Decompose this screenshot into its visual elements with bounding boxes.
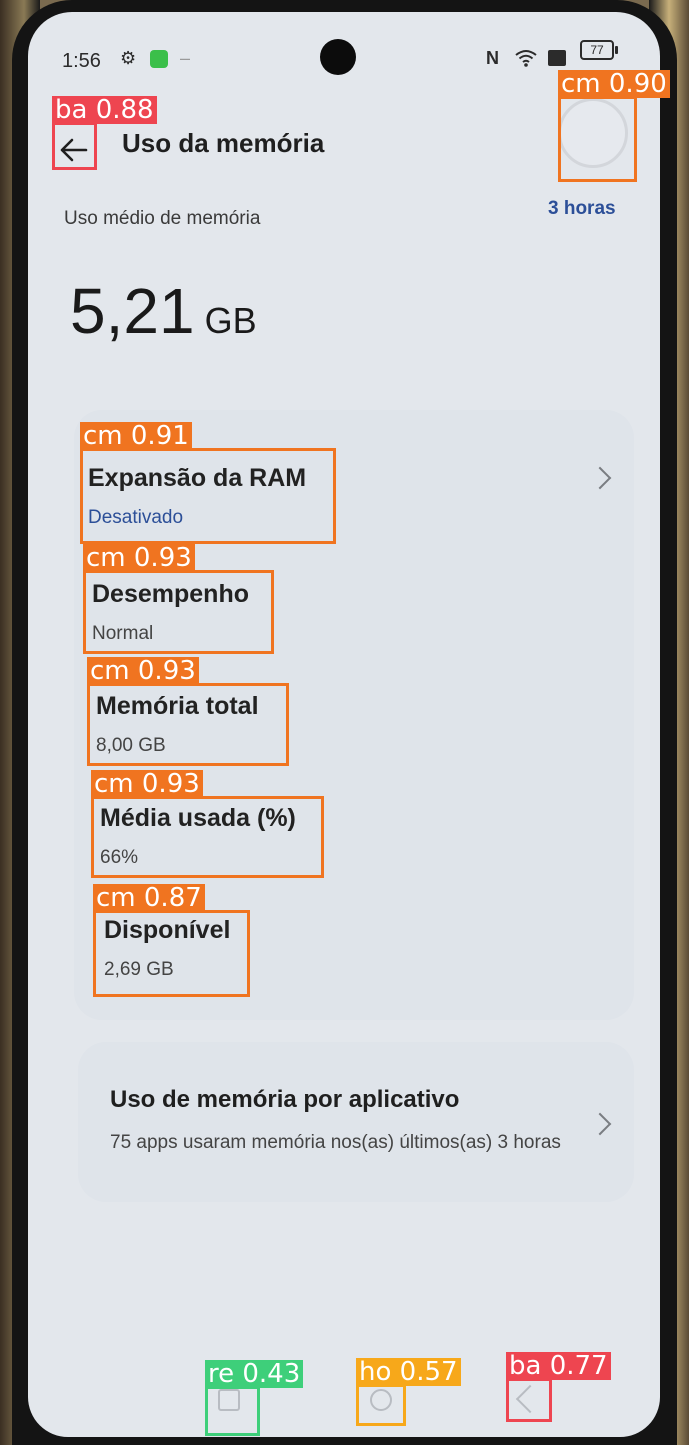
page-title: Uso da memória bbox=[122, 128, 325, 158]
wifi-icon bbox=[514, 48, 538, 73]
detection-box: ba 0.88 bbox=[52, 96, 157, 170]
detection-box: cm 0.93 bbox=[91, 770, 324, 878]
app-memory-usage-title: Uso de memória por aplicativo bbox=[110, 1086, 460, 1113]
average-memory-value: 5,21 GB bbox=[70, 274, 257, 348]
nfc-icon: N bbox=[486, 48, 499, 68]
detection-label: cm 0.93 bbox=[91, 770, 203, 798]
period-selector[interactable]: 3 horas bbox=[548, 198, 616, 220]
gear-icon: ⚙ bbox=[120, 48, 137, 68]
detection-label: ba 0.77 bbox=[506, 1352, 611, 1380]
average-memory-label: Uso médio de memória bbox=[64, 208, 261, 229]
detection-box: cm 0.93 bbox=[83, 544, 274, 654]
detection-label: re 0.43 bbox=[205, 1360, 304, 1388]
detection-box: ba 0.77 bbox=[506, 1352, 611, 1422]
sim-icon bbox=[548, 50, 566, 66]
detection-box: cm 0.93 bbox=[87, 657, 289, 766]
app-memory-usage-item[interactable]: Uso de memória por aplicativo 75 apps us… bbox=[78, 1042, 634, 1202]
detection-label: cm 0.90 bbox=[558, 70, 670, 98]
detection-label: cm 0.93 bbox=[87, 657, 199, 685]
detection-box: re 0.43 bbox=[205, 1360, 304, 1436]
detection-box: ho 0.57 bbox=[356, 1358, 461, 1426]
detection-box: cm 0.91 bbox=[80, 422, 336, 544]
app-memory-usage-subtitle: 75 apps usaram memória nos(as) últimos(a… bbox=[110, 1132, 561, 1153]
battery-indicator: 77 bbox=[580, 40, 618, 60]
front-camera bbox=[320, 39, 356, 75]
detection-label: ho 0.57 bbox=[356, 1358, 461, 1386]
chevron-right-icon bbox=[588, 1112, 612, 1136]
detection-label: cm 0.91 bbox=[80, 422, 192, 450]
average-memory-unit: GB bbox=[204, 300, 257, 341]
chevron-right-icon bbox=[588, 466, 612, 490]
dash-icon: – bbox=[180, 48, 191, 68]
status-time: 1:56 bbox=[62, 50, 101, 72]
detection-label: cm 0.93 bbox=[83, 544, 195, 572]
detection-label: cm 0.87 bbox=[93, 884, 205, 912]
detection-label: ba 0.88 bbox=[52, 96, 157, 124]
detection-box: cm 0.87 bbox=[93, 884, 250, 997]
app-notification-icon bbox=[150, 50, 168, 68]
average-memory-number: 5,21 bbox=[70, 275, 195, 347]
detection-box: cm 0.90 bbox=[558, 70, 670, 182]
